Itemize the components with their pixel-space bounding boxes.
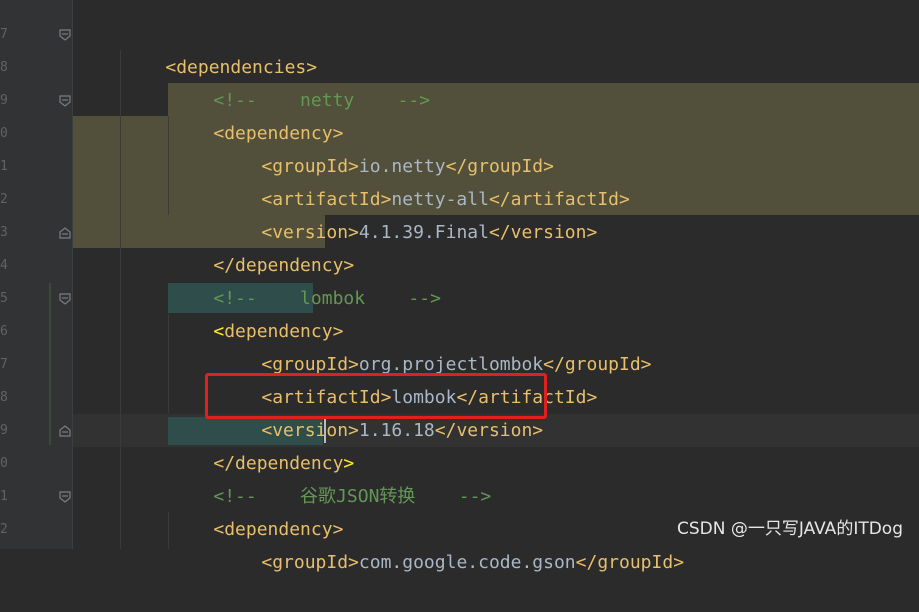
line-number: 2 [0, 192, 8, 207]
code-line[interactable]: <!-- 谷歌JSON转换 --> [170, 447, 491, 507]
line-gutter [0, 0, 72, 549]
indent-guide [120, 50, 121, 549]
watermark: CSDN @一只写JAVA的ITDog [677, 519, 903, 539]
annotation-highlight-box [205, 373, 547, 419]
code-line[interactable]: <groupId>com.google.code.gson</groupId> [218, 513, 684, 573]
line-number: 1 [0, 159, 8, 174]
line-number: 5 [0, 291, 8, 306]
code-line[interactable]: <version>4.1.39.Final</version> [218, 183, 597, 243]
xml-text: com.google.code.gson [358, 552, 576, 573]
line-number: 7 [0, 357, 8, 372]
line-number: 6 [0, 324, 8, 339]
line-number: 1 [0, 489, 8, 504]
code-line[interactable]: <groupId>io.netty</groupId> [218, 117, 554, 177]
code-line[interactable]: <!-- lombok --> [170, 249, 441, 309]
xml-text: 4.1.39.Final [358, 222, 489, 243]
code-line[interactable]: <groupId>org.projectlombok</groupId> [218, 315, 651, 375]
xml-tag: </groupId> [575, 552, 685, 573]
line-number: 9 [0, 423, 8, 438]
vcs-change-marker [49, 283, 51, 445]
xml-tag: </version> [434, 420, 544, 441]
fold-collapse-icon[interactable] [58, 490, 72, 504]
fold-collapse-icon[interactable] [58, 28, 72, 42]
line-number: 3 [0, 225, 8, 240]
indent-guide [168, 116, 169, 215]
indent-guide [168, 512, 169, 549]
code-line[interactable]: <artifactId>netty-all</artifactId> [218, 150, 629, 210]
fold-collapse-icon[interactable] [58, 292, 72, 306]
line-number: 8 [0, 60, 8, 75]
line-number: 0 [0, 456, 8, 471]
line-number: 4 [0, 258, 8, 273]
line-number: 0 [0, 126, 8, 141]
text-caret [324, 419, 326, 443]
gutter-separator [72, 0, 73, 549]
code-line[interactable]: <dependency> [170, 480, 343, 540]
code-line[interactable]: <!-- netty --> [170, 51, 430, 111]
fold-end-icon[interactable] [58, 424, 72, 438]
code-line[interactable]: </dependency> [170, 216, 354, 276]
line-number: 8 [0, 390, 8, 405]
line-number: 9 [0, 93, 8, 108]
code-editor[interactable]: 7 8 9 0 1 2 3 4 5 6 7 8 9 0 1 2 <depende… [0, 0, 919, 573]
fold-collapse-icon[interactable] [58, 94, 72, 108]
code-line[interactable]: <dependency> [170, 282, 343, 342]
xml-tag: <groupId> [261, 552, 359, 573]
xml-text: 1.16.18 [358, 420, 435, 441]
line-number: 2 [0, 522, 8, 537]
code-line[interactable]: <dependency> [170, 84, 343, 144]
code-line[interactable]: <dependencies> [122, 18, 317, 78]
indent-guide [168, 314, 169, 413]
fold-end-icon[interactable] [58, 226, 72, 240]
xml-tag: </version> [488, 222, 598, 243]
line-number: 7 [0, 27, 8, 42]
